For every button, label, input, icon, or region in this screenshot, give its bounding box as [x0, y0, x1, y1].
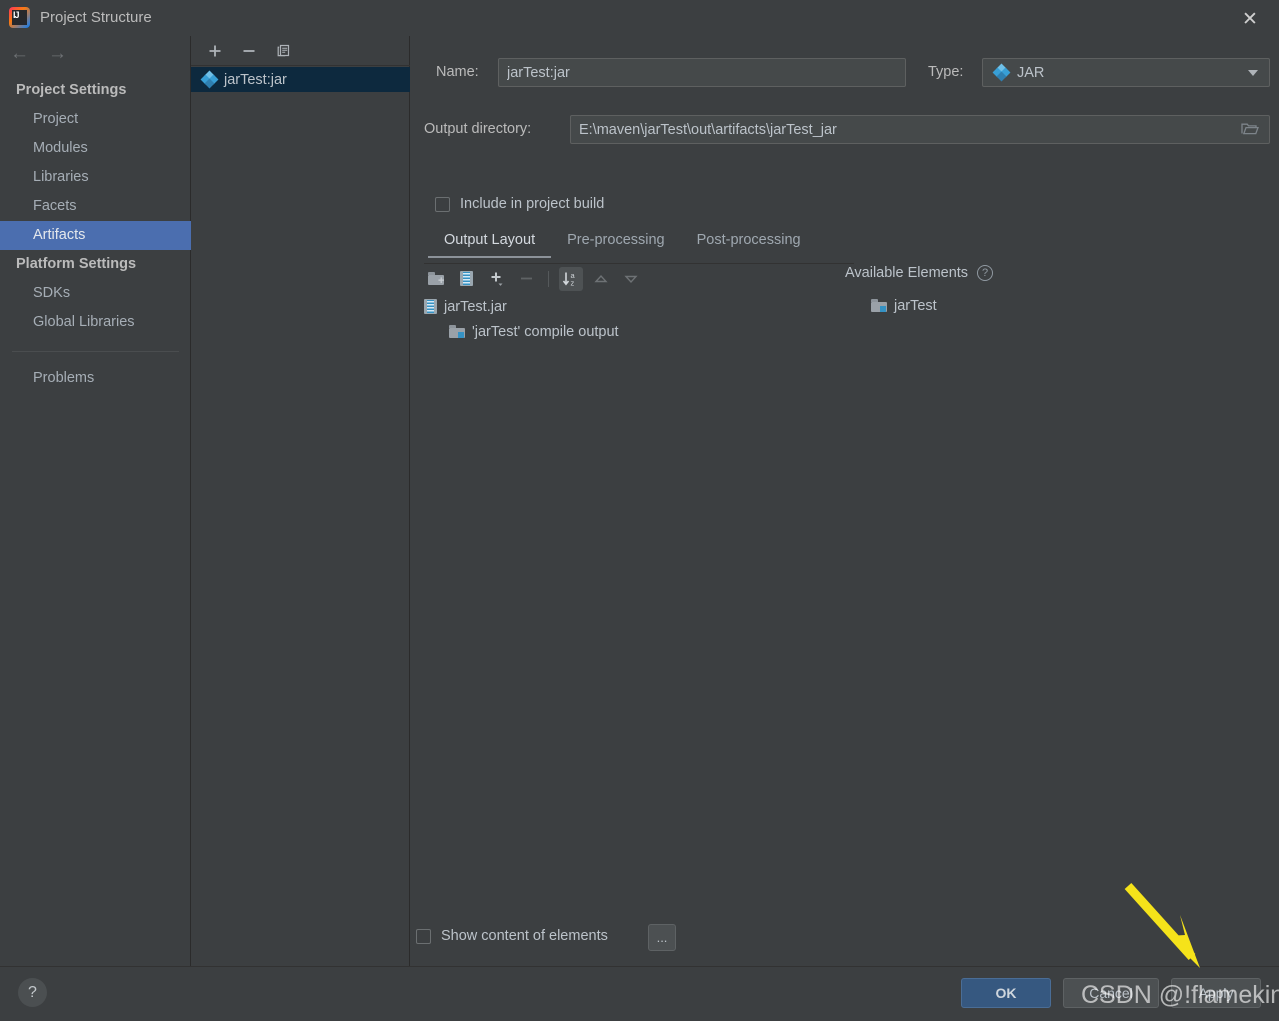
- remove-artifact-button[interactable]: [239, 41, 259, 61]
- copy-artifact-button[interactable]: [273, 41, 293, 61]
- more-options-button[interactable]: ...: [648, 924, 676, 951]
- tab-pre-processing[interactable]: Pre-processing: [551, 229, 681, 258]
- output-directory-row: Output directory:: [424, 115, 1270, 144]
- checkbox-box: [435, 196, 450, 212]
- include-in-project-build-checkbox[interactable]: Include in project build: [435, 196, 604, 212]
- artifact-diamond-icon: [200, 70, 218, 89]
- tree-node-compile-output[interactable]: 'jarTest' compile output: [424, 319, 854, 344]
- artifact-list-item-label: jarTest:jar: [224, 71, 287, 88]
- name-label: Name:: [436, 64, 479, 80]
- available-elements-title: Available Elements: [845, 265, 969, 281]
- add-artifact-button[interactable]: [205, 41, 225, 61]
- ok-button[interactable]: OK: [961, 978, 1051, 1008]
- checkbox-box: [416, 928, 431, 944]
- apply-button[interactable]: Apply: [1171, 978, 1261, 1008]
- help-button[interactable]: ?: [18, 978, 47, 1007]
- create-directory-button[interactable]: +: [424, 267, 448, 291]
- available-elements-header: Available Elements ?: [845, 265, 994, 281]
- settings-sidebar: ← → Project Settings Project Modules Lib…: [0, 36, 191, 966]
- artifact-list-panel: jarTest:jar: [191, 36, 410, 966]
- output-directory-input[interactable]: [570, 115, 1270, 144]
- cancel-button[interactable]: Cancel: [1063, 978, 1159, 1008]
- remove-element-button: [514, 267, 538, 291]
- svg-text:z: z: [571, 278, 575, 287]
- artifact-name-input[interactable]: [498, 58, 906, 87]
- artifact-list-toolbar: [191, 36, 410, 66]
- sidebar-item-sdks[interactable]: SDKs: [0, 279, 191, 308]
- intellij-idea-logo-icon: [9, 7, 30, 28]
- include-in-project-build-label: Include in project build: [460, 196, 605, 212]
- artifact-list-item-jartest[interactable]: jarTest:jar: [191, 67, 410, 92]
- editor-tabs: Output Layout Pre-processing Post-proces…: [428, 229, 1271, 261]
- output-layout-tree: jarTest.jar 'jarTest' compile output: [424, 294, 854, 344]
- sidebar-item-modules[interactable]: Modules: [0, 134, 191, 163]
- arrow-right-icon[interactable]: →: [48, 44, 67, 63]
- tab-output-layout[interactable]: Output Layout: [428, 229, 552, 258]
- sidebar-item-project[interactable]: Project: [0, 105, 191, 134]
- artifact-type-value: JAR: [1017, 64, 1045, 81]
- module-output-folder-icon: [871, 299, 887, 312]
- create-archive-button[interactable]: [454, 267, 478, 291]
- sidebar-item-libraries[interactable]: Libraries: [0, 163, 191, 192]
- tree-node-label: 'jarTest' compile output: [472, 323, 619, 340]
- sidebar-item-facets[interactable]: Facets: [0, 192, 191, 221]
- tree-node-label: jarTest.jar: [444, 298, 507, 315]
- sidebar-item-artifacts[interactable]: Artifacts: [0, 221, 191, 250]
- module-output-folder-icon: [449, 325, 465, 338]
- close-icon[interactable]: ✕: [1239, 8, 1261, 30]
- title-bar: Project Structure ✕: [0, 0, 1279, 36]
- window-title: Project Structure: [40, 9, 152, 26]
- sidebar-item-problems[interactable]: Problems: [0, 364, 191, 393]
- output-directory-label: Output directory:: [424, 121, 532, 137]
- navigation-arrows: ← →: [10, 44, 67, 63]
- folder-open-icon[interactable]: [1241, 121, 1259, 136]
- show-content-of-elements-label: Show content of elements: [441, 928, 608, 944]
- sidebar-divider: [12, 351, 179, 352]
- move-up-button: [589, 267, 613, 291]
- sidebar-group-project-settings: Project Settings: [16, 82, 127, 98]
- arrow-left-icon[interactable]: ←: [10, 44, 29, 63]
- artifact-editor: Name: Type: JAR Output directory:: [411, 36, 1279, 966]
- add-element-button[interactable]: [484, 267, 508, 291]
- type-label: Type:: [928, 64, 964, 80]
- sort-elements-button[interactable]: a z: [559, 266, 583, 291]
- available-element-label: jarTest: [894, 297, 937, 314]
- show-content-of-elements-checkbox[interactable]: Show content of elements: [416, 928, 608, 944]
- artifact-diamond-icon: [992, 63, 1010, 82]
- output-layout-toolbar: + a z: [424, 263, 854, 291]
- help-circle-icon[interactable]: ?: [977, 265, 994, 281]
- sidebar-list: Project Settings Project Modules Librari…: [0, 76, 191, 393]
- sidebar-item-global-libraries[interactable]: Global Libraries: [0, 308, 191, 337]
- available-element-jartest[interactable]: jarTest: [845, 293, 1265, 318]
- sidebar-group-platform-settings: Platform Settings: [16, 256, 137, 272]
- project-structure-dialog: Project Structure ✕ ← → Project Settings…: [0, 0, 1279, 1021]
- chevron-down-icon: [1248, 70, 1258, 76]
- move-down-button: [619, 267, 643, 291]
- jar-archive-icon: [424, 299, 437, 314]
- toolbar-divider: [548, 270, 549, 287]
- folder-add-icon: +: [428, 272, 444, 287]
- artifact-type-dropdown[interactable]: JAR: [982, 58, 1270, 87]
- jar-archive-icon: [459, 271, 473, 286]
- tab-post-processing[interactable]: Post-processing: [681, 229, 817, 258]
- name-row: Name: Type: JAR: [424, 58, 1270, 87]
- tree-node-jartest-jar[interactable]: jarTest.jar: [424, 294, 854, 319]
- available-elements-list: jarTest: [845, 293, 1265, 318]
